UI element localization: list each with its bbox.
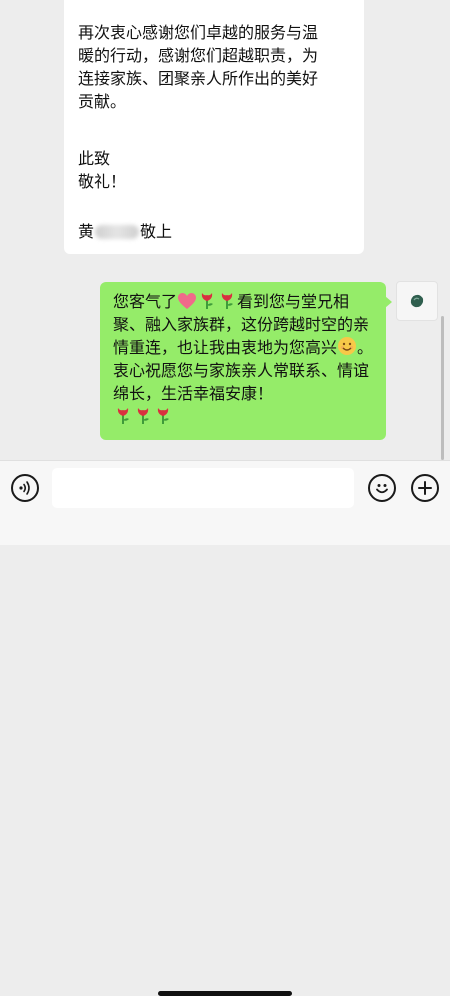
chat-area[interactable]: 再次衷心感谢您们卓越的服务与温 暖的行动，感谢您们超越职责，为 连接家族、团聚亲… (0, 0, 450, 460)
voice-icon (19, 481, 30, 495)
rose-emoji (137, 408, 149, 424)
outgoing-text-part1: 您客气了 (113, 292, 178, 311)
outgoing-message-bubble[interactable]: 您客气了 看到您与堂兄相聚、融入家族群，这份跨越时空的亲情重连，也让我由衷地为您高… (100, 282, 392, 440)
input-bar (0, 460, 450, 996)
rose-emoji (117, 408, 129, 424)
rose-emoji (221, 293, 234, 309)
plus-button[interactable] (411, 474, 439, 502)
emoji-icon (376, 484, 388, 494)
incoming-message-paragraph: 再次衷心感谢您们卓越的服务与温 暖的行动，感谢您们超越职责，为 连接家族、团聚亲… (78, 23, 319, 111)
blurred-name (95, 224, 140, 239)
message-input[interactable] (52, 468, 354, 508)
scrollbar[interactable] (441, 316, 444, 460)
rose-emoji (201, 293, 214, 309)
signature-suffix: 敬上 (140, 222, 173, 241)
outgoing-message-text: 您客气了 看到您与堂兄相聚、融入家族群，这份跨越时空的亲情重连，也让我由衷地为您高… (113, 290, 375, 428)
incoming-message-closing: 此致 敬礼！ (78, 149, 127, 191)
heart-emoji (178, 293, 197, 309)
avatar-image-icon (410, 294, 424, 308)
voice-button[interactable] (11, 474, 39, 502)
incoming-message-signature: 黄 敬上 (78, 220, 172, 243)
avatar[interactable] (396, 281, 438, 321)
incoming-message-bubble[interactable]: 再次衷心感谢您们卓越的服务与温 暖的行动，感谢您们超越职责，为 连接家族、团聚亲… (64, 0, 364, 254)
plus-icon (418, 481, 432, 495)
rose-emoji (157, 408, 169, 424)
home-indicator[interactable] (158, 991, 292, 996)
emoji-button[interactable] (368, 474, 396, 502)
smile-emoji (338, 337, 357, 355)
signature-prefix: 黄 (78, 222, 95, 241)
